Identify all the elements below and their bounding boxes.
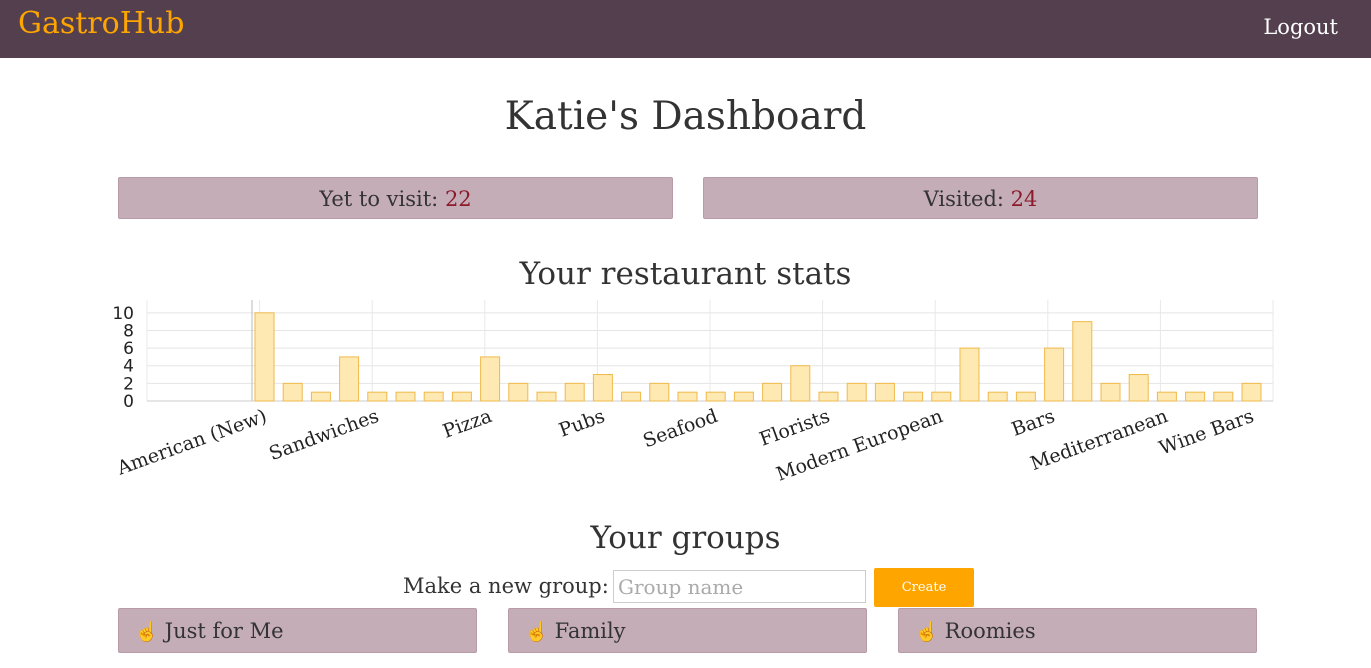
visited-label: Visited: bbox=[923, 187, 1011, 211]
bar bbox=[649, 382, 670, 402]
group-name: Roomies bbox=[944, 619, 1036, 643]
yet-to-visit-box: Yet to visit: 22 bbox=[118, 177, 673, 219]
group-name: Family bbox=[554, 619, 626, 643]
restaurant-stats-chart: 0246810 American (New)Sandwiches Pizza Pubs… bbox=[112, 300, 1274, 486]
bar bbox=[1015, 391, 1036, 402]
group-card-roomies[interactable]: ☝ Roomies bbox=[898, 608, 1257, 653]
new-group-label: Make a new group: bbox=[403, 574, 609, 598]
pointing-hand-icon: ☝ bbox=[525, 621, 549, 643]
bar bbox=[508, 382, 529, 402]
bar bbox=[1185, 391, 1206, 402]
bar bbox=[874, 382, 895, 402]
x-tick-label: Florists bbox=[757, 405, 833, 451]
page-title: Katie's Dashboard bbox=[504, 94, 867, 139]
bar bbox=[1241, 382, 1262, 402]
x-tick-label: Pizza bbox=[440, 405, 495, 443]
x-tick-label: American (New) bbox=[113, 405, 269, 480]
bar bbox=[762, 382, 783, 402]
bar bbox=[254, 312, 275, 402]
visited-box: Visited: 24 bbox=[703, 177, 1258, 219]
visited-count: 24 bbox=[1010, 187, 1038, 211]
y-tick-label: 4 bbox=[123, 357, 134, 377]
bar bbox=[818, 391, 839, 402]
yet-to-visit-count: 22 bbox=[444, 187, 472, 211]
y-tick-label: 2 bbox=[123, 374, 134, 394]
bar bbox=[592, 374, 613, 402]
bar bbox=[733, 391, 754, 402]
bar bbox=[310, 391, 331, 402]
bar bbox=[367, 391, 388, 402]
brand-logo[interactable]: GastroHub bbox=[18, 6, 184, 41]
groups-section-title: Your groups bbox=[590, 520, 781, 556]
y-tick-label: 0 bbox=[123, 392, 134, 412]
group-card-family[interactable]: ☝ Family bbox=[508, 608, 867, 653]
x-tick-label: Sandwiches bbox=[266, 405, 382, 465]
bar bbox=[480, 356, 501, 402]
y-tick-label: 8 bbox=[123, 321, 134, 341]
bar bbox=[1128, 374, 1149, 402]
bar bbox=[1044, 347, 1065, 402]
bar bbox=[621, 391, 642, 402]
pointing-hand-icon: ☝ bbox=[135, 621, 159, 643]
bar bbox=[395, 391, 416, 402]
create-group-button[interactable]: Create bbox=[874, 568, 974, 607]
group-name: Just for Me bbox=[164, 619, 284, 643]
pointing-hand-icon: ☝ bbox=[915, 621, 939, 643]
bar bbox=[931, 391, 952, 402]
bar bbox=[846, 382, 867, 402]
bar bbox=[790, 365, 811, 402]
x-tick-label: Wine Bars bbox=[1156, 405, 1256, 460]
bar bbox=[1072, 321, 1093, 402]
bar bbox=[423, 391, 444, 402]
x-tick-label: Seafood bbox=[640, 405, 721, 452]
bar bbox=[282, 382, 303, 402]
y-tick-label: 6 bbox=[123, 339, 134, 359]
x-tick-label: Pubs bbox=[556, 405, 608, 442]
x-tick-label: Bars bbox=[1009, 405, 1058, 441]
bar bbox=[1156, 391, 1177, 402]
bar bbox=[959, 347, 980, 402]
new-group-form: Make a new group: Create bbox=[0, 568, 1371, 608]
bar bbox=[536, 391, 557, 402]
bar bbox=[451, 391, 472, 402]
bar bbox=[1100, 382, 1121, 402]
group-card-just-for-me[interactable]: ☝ Just for Me bbox=[118, 608, 477, 653]
y-tick-label: 10 bbox=[112, 304, 134, 324]
yet-to-visit-label: Yet to visit: bbox=[319, 187, 445, 211]
group-name-input[interactable] bbox=[613, 570, 866, 603]
bar bbox=[903, 391, 924, 402]
logout-link[interactable]: Logout bbox=[1263, 15, 1338, 39]
bar bbox=[705, 391, 726, 402]
bar bbox=[1213, 391, 1234, 402]
navbar: GastroHub Logout bbox=[0, 0, 1371, 58]
bar bbox=[564, 382, 585, 402]
bar bbox=[677, 391, 698, 402]
chart-section-title: Your restaurant stats bbox=[519, 256, 852, 292]
bar bbox=[987, 391, 1008, 402]
bar bbox=[339, 356, 360, 402]
